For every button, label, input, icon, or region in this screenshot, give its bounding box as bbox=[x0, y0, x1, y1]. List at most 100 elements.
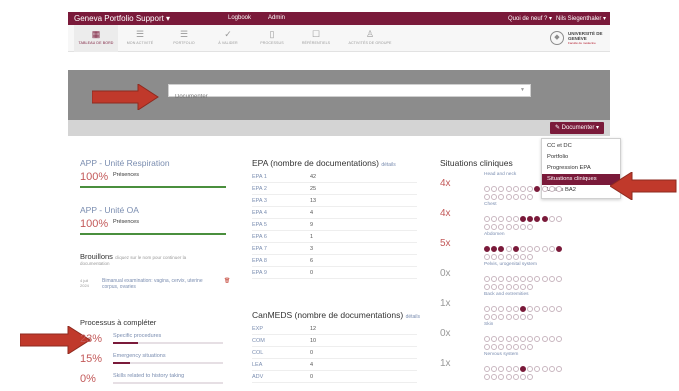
situation-dot bbox=[484, 374, 490, 380]
canmeds-link[interactable]: COL bbox=[252, 350, 263, 356]
situation-dot bbox=[491, 374, 498, 380]
brand-menu[interactable]: Geneva Portfolio Support ▾ bbox=[74, 14, 170, 23]
table-row: ADV 0 bbox=[252, 372, 417, 383]
situation-dot bbox=[555, 306, 562, 312]
epa-count: 4 bbox=[310, 210, 314, 216]
situation-dot bbox=[512, 314, 519, 320]
table-row: COM 10 bbox=[252, 336, 417, 347]
unit-title[interactable]: APP - Unité OA bbox=[80, 205, 230, 215]
situation-label[interactable]: Abdomen bbox=[484, 232, 505, 237]
situation-dot bbox=[519, 194, 526, 200]
documenter-button[interactable]: ✎ Documenter ▾ bbox=[549, 122, 604, 134]
unit-respiration-card: APP - Unité Respiration 100% Présences bbox=[80, 158, 230, 190]
tab-process[interactable]: ▯ PROCESSUS bbox=[250, 25, 294, 52]
table-row: EPA 5 9 bbox=[252, 220, 417, 231]
situation-dot bbox=[512, 344, 519, 350]
canmeds-count: 10 bbox=[310, 338, 317, 344]
situation-dot bbox=[548, 216, 555, 222]
situation-label[interactable]: Nervous system bbox=[484, 352, 518, 357]
whats-new-menu[interactable]: Quoi de neuf ? ▾ bbox=[508, 15, 552, 22]
situation-dot bbox=[512, 224, 519, 230]
situation-label[interactable]: Skin bbox=[484, 322, 493, 327]
process-link[interactable]: Emergency situations bbox=[113, 353, 166, 359]
process-progress-track bbox=[113, 342, 223, 344]
portfolio-icon: ☰ bbox=[179, 29, 189, 39]
tab-validate[interactable]: ✓ À VALIDER bbox=[206, 25, 250, 52]
process-icon: ▯ bbox=[269, 29, 275, 39]
situation-dot bbox=[527, 194, 534, 200]
epa-link[interactable]: EPA 2 bbox=[252, 186, 267, 192]
situation-dot bbox=[548, 366, 555, 372]
tab-portfolio[interactable]: ☰ PORTFOLIO bbox=[162, 25, 206, 52]
documenter-search[interactable]: ▼ bbox=[168, 84, 531, 103]
nav-admin[interactable]: Admin bbox=[268, 15, 285, 21]
tab-activity[interactable]: ☰ MON ACTIVITÉ bbox=[118, 25, 162, 52]
situation-label[interactable]: Pelvis, urogenital system bbox=[484, 262, 537, 267]
epa-link[interactable]: EPA 8 bbox=[252, 258, 267, 264]
epa-details-link[interactable]: détails bbox=[381, 162, 395, 168]
process-link[interactable]: Specific procedures bbox=[113, 333, 161, 339]
situation-label[interactable]: Back and extremities bbox=[484, 292, 529, 297]
annotation-arrow-dropdown bbox=[610, 172, 677, 200]
situation-dot bbox=[548, 306, 555, 312]
epa-count: 6 bbox=[310, 258, 314, 264]
situation-count: 0x bbox=[440, 328, 451, 339]
situation-dot bbox=[541, 186, 548, 192]
epa-link[interactable]: EPA 9 bbox=[252, 270, 267, 276]
epa-link[interactable]: EPA 5 bbox=[252, 222, 267, 228]
situation-dot bbox=[491, 314, 498, 320]
university-seal-icon: ◆ bbox=[550, 31, 564, 45]
tab-referentials[interactable]: ☐ RÉFÉRENTIELS bbox=[294, 25, 338, 52]
tab-dashboard[interactable]: ▦ TABLEAU DE BORD bbox=[74, 25, 118, 52]
situation-count: 4x bbox=[440, 208, 451, 219]
situation-dot bbox=[527, 224, 534, 230]
situation-dot bbox=[541, 276, 548, 282]
situation-dot bbox=[512, 194, 519, 200]
epa-link[interactable]: EPA 3 bbox=[252, 198, 267, 204]
process-percent: 0% bbox=[80, 373, 96, 385]
situation-dot bbox=[541, 306, 548, 312]
menu-item-portfolio[interactable]: Portfolio bbox=[542, 152, 620, 163]
situation-dot bbox=[527, 344, 534, 350]
situation-label[interactable]: Head and neck bbox=[484, 172, 516, 177]
unit-progress-bar bbox=[80, 186, 226, 188]
canmeds-link[interactable]: LEA bbox=[252, 362, 262, 368]
tab-label: MON ACTIVITÉ bbox=[126, 41, 154, 45]
table-row: EXP 12 bbox=[252, 324, 417, 335]
situation-dot bbox=[519, 344, 526, 350]
user-menu[interactable]: Nils Siegenthaler ▾ bbox=[556, 15, 606, 22]
situation-label[interactable]: Chest bbox=[484, 202, 497, 207]
situation-dot bbox=[505, 284, 512, 290]
draft-link[interactable]: Bimanual examination: vagina, cervix, ut… bbox=[102, 278, 212, 290]
group-icon: ♙ bbox=[365, 29, 375, 39]
chevron-down-icon[interactable]: ▼ bbox=[520, 87, 525, 93]
canmeds-link[interactable]: ADV bbox=[252, 374, 263, 380]
canmeds-details-link[interactable]: détails bbox=[406, 314, 420, 320]
clinical-situations-list: Head and neck 4x Chest 4x Abdomen 5x Pelvis, u… bbox=[440, 172, 610, 388]
situation-count: 5x bbox=[440, 238, 451, 249]
process-link[interactable]: Skills related to history taking bbox=[113, 373, 184, 379]
trash-icon[interactable]: 🗑 bbox=[224, 278, 230, 284]
drafts-hint-2: documentation bbox=[80, 261, 110, 266]
tab-group-activities[interactable]: ♙ ACTIVITÉS DE GROUPE bbox=[340, 25, 400, 52]
process-progress-track bbox=[113, 382, 223, 384]
canmeds-link[interactable]: EXP bbox=[252, 326, 263, 332]
clinical-situations-heading: Situations cliniques bbox=[440, 158, 513, 168]
dot-row bbox=[484, 209, 563, 222]
situation-dot bbox=[512, 254, 519, 260]
search-input[interactable] bbox=[169, 91, 499, 103]
situation-dot bbox=[498, 374, 505, 380]
epa-link[interactable]: EPA 4 bbox=[252, 210, 267, 216]
epa-link[interactable]: EPA 7 bbox=[252, 246, 267, 252]
action-strip: ✎ Documenter ▾ bbox=[68, 120, 610, 136]
nav-logbook[interactable]: Logbook bbox=[228, 15, 251, 21]
epa-count: 0 bbox=[310, 270, 314, 276]
epa-link[interactable]: EPA 1 bbox=[252, 174, 267, 180]
situation-dot bbox=[498, 314, 505, 320]
epa-link[interactable]: EPA 6 bbox=[252, 234, 267, 240]
situation-dots bbox=[484, 269, 563, 290]
unit-title[interactable]: APP - Unité Respiration bbox=[80, 158, 230, 168]
menu-item-cc-dc[interactable]: CC et DC bbox=[542, 141, 620, 152]
situation-dot bbox=[498, 194, 505, 200]
canmeds-link[interactable]: COM bbox=[252, 338, 265, 344]
